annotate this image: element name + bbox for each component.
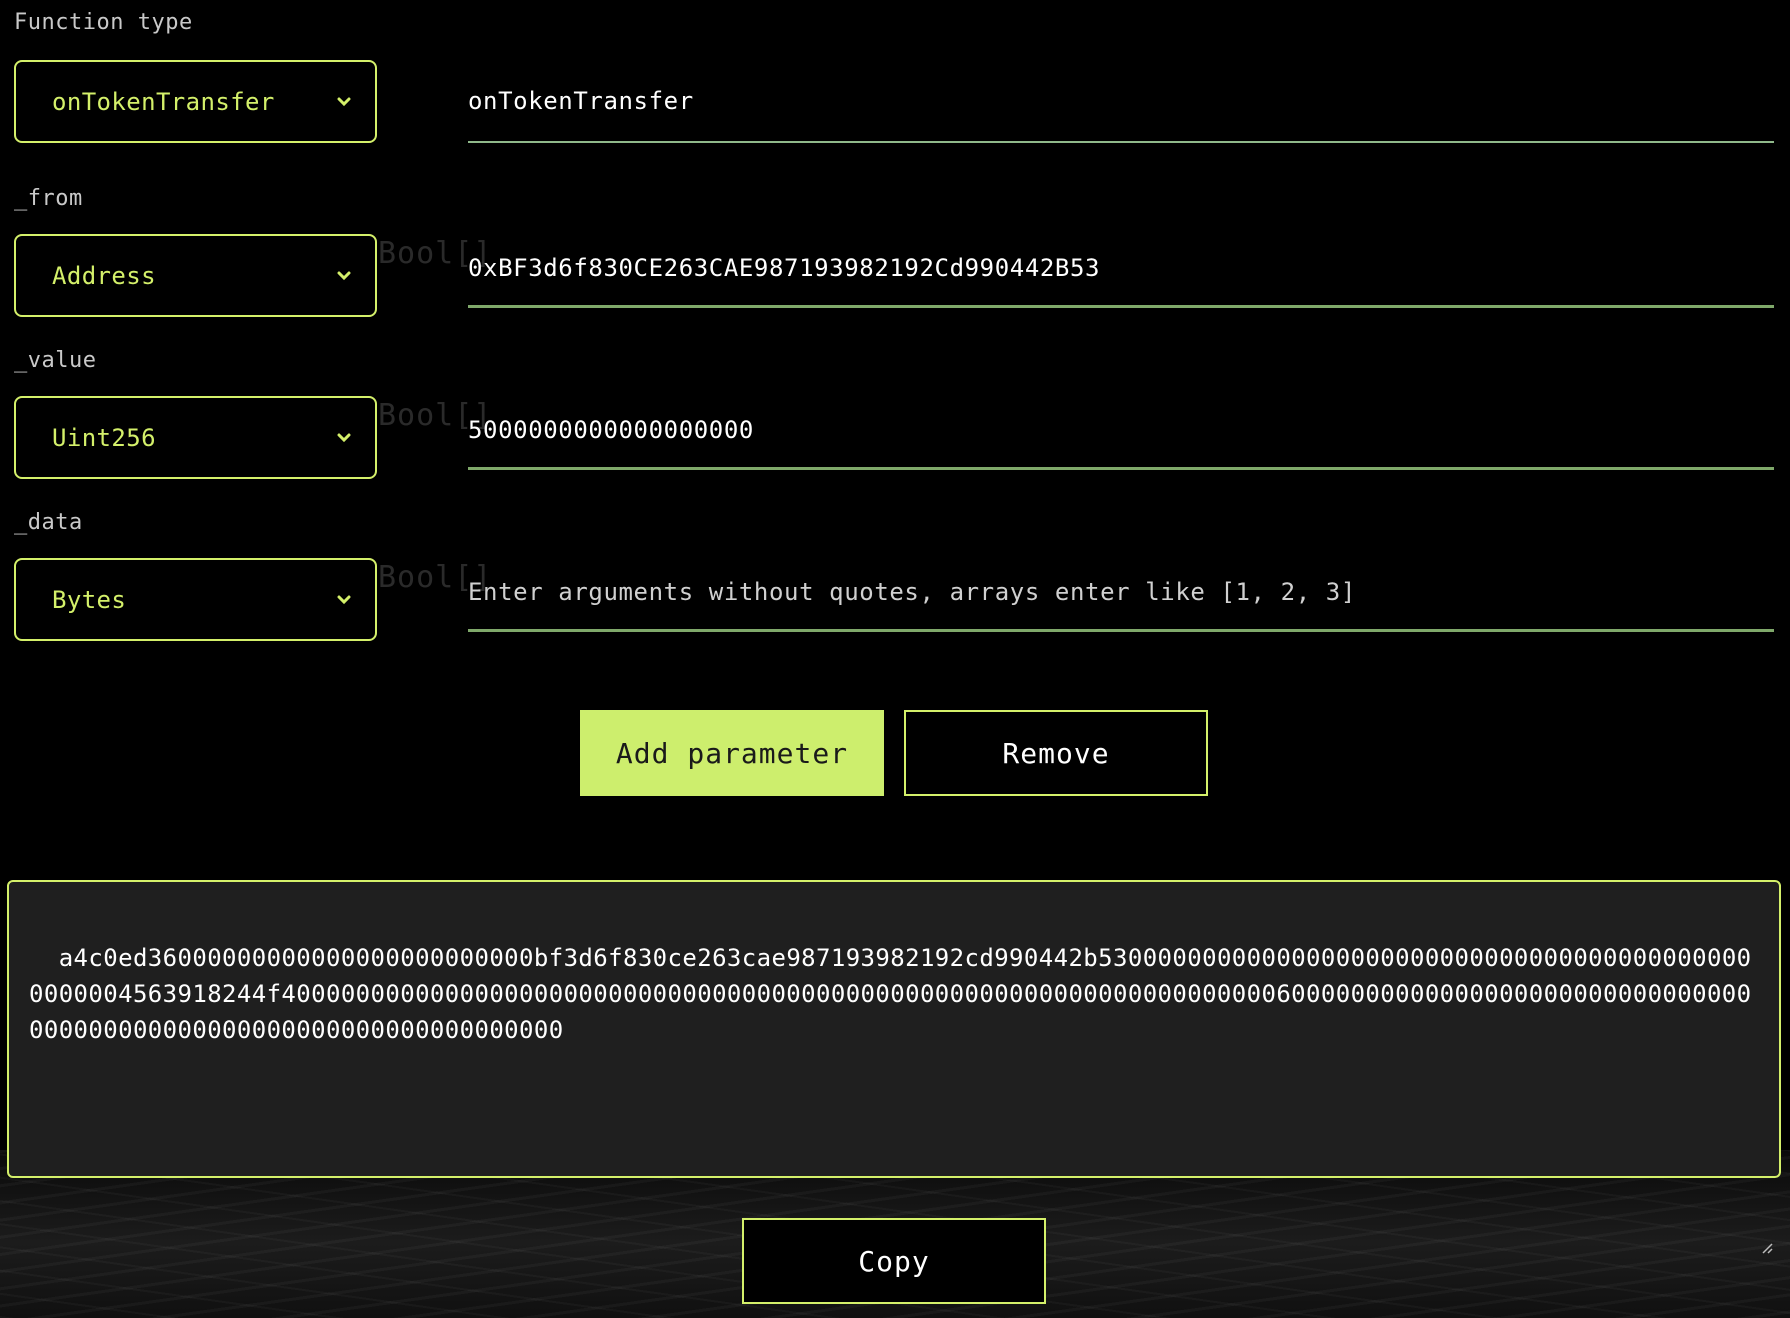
param-type-value-from: Address — [52, 261, 156, 290]
param-type-select-from[interactable]: Address — [14, 234, 377, 317]
param-type-value-value: Uint256 — [52, 423, 156, 452]
param-value-input-data[interactable]: Enter arguments without quotes, arrays e… — [468, 554, 1774, 632]
function-name-input[interactable]: onTokenTransfer — [468, 60, 1774, 143]
param-label-data: _data — [14, 510, 83, 535]
encoded-output-textarea[interactable]: a4c0ed36000000000000000000000000bf3d6f83… — [7, 880, 1781, 1254]
function-name-value: onTokenTransfer — [468, 86, 694, 115]
chevron-down-icon — [335, 591, 353, 609]
param-type-value-data: Bytes — [52, 585, 127, 614]
resize-handle-icon[interactable] — [1759, 1156, 1773, 1254]
param-label-value: _value — [14, 348, 97, 373]
param-value-value: 5000000000000000000 — [468, 415, 754, 444]
param-label-from: _from — [14, 186, 83, 211]
param-type-select-data[interactable]: Bytes — [14, 558, 377, 641]
chevron-down-icon — [335, 93, 353, 111]
remove-button[interactable]: Remove — [904, 710, 1208, 796]
add-parameter-button[interactable]: Add parameter — [580, 710, 884, 796]
param-placeholder-data: Enter arguments without quotes, arrays e… — [468, 577, 1356, 606]
param-type-select-value[interactable]: Uint256 — [14, 396, 377, 479]
function-type-select-value: onTokenTransfer — [52, 87, 275, 116]
copy-button[interactable]: Copy — [742, 1218, 1046, 1304]
param-value-from: 0xBF3d6f830CE263CAE987193982192Cd990442B… — [468, 253, 1101, 282]
function-type-label: Function type — [14, 10, 193, 35]
param-value-input-from[interactable]: 0xBF3d6f830CE263CAE987193982192Cd990442B… — [468, 230, 1774, 308]
param-value-input-value[interactable]: 5000000000000000000 — [468, 392, 1774, 470]
chevron-down-icon — [335, 267, 353, 285]
encoded-output-text: a4c0ed36000000000000000000000000bf3d6f83… — [29, 944, 1752, 1044]
function-type-select[interactable]: onTokenTransfer — [14, 60, 377, 143]
chevron-down-icon — [335, 429, 353, 447]
